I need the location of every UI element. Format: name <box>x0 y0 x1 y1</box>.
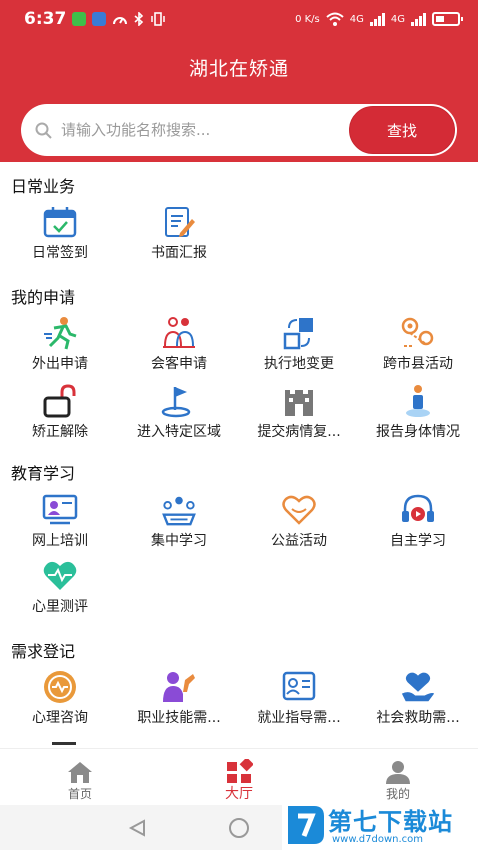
item-label: 矫正解除 <box>32 424 88 440</box>
item-label: 书面汇报 <box>151 245 207 261</box>
meeting-guests-icon <box>161 315 197 351</box>
home-circle-icon[interactable] <box>229 818 249 838</box>
network-type-1: 4G <box>349 13 364 25</box>
cross-region-icon <box>400 315 436 351</box>
tab-hall[interactable]: 大厅 <box>159 749 319 806</box>
public-welfare-item[interactable]: 公益活动 <box>239 492 359 552</box>
psych-consult-icon <box>42 669 78 705</box>
search-icon <box>35 122 52 139</box>
calendar-check-icon <box>42 204 78 240</box>
item-label: 就业指导需... <box>257 710 341 726</box>
flag-zone-icon <box>161 383 197 419</box>
hall-icon <box>225 759 253 785</box>
item-label: 提交病情复... <box>257 424 341 440</box>
unlock-icon <box>42 383 78 419</box>
item-label: 网上培训 <box>32 533 88 549</box>
psych-assessment-item[interactable]: 心里测评 <box>0 558 120 618</box>
status-bar: 6:37 0 K/s 4G 4G <box>0 0 478 38</box>
item-label: 外出申请 <box>32 356 88 372</box>
item-label: 自主学习 <box>390 533 446 549</box>
item-label: 日常签到 <box>32 245 88 261</box>
vibrate-icon <box>151 12 166 26</box>
watermark-name: 第七下载站 <box>328 808 453 836</box>
section-title-apply: 我的申请 <box>11 288 76 307</box>
heart-hands-icon <box>281 492 317 528</box>
network-type-2: 4G <box>390 13 405 25</box>
item-label: 公益活动 <box>271 533 327 549</box>
search-button[interactable]: 查找 <box>349 106 455 154</box>
item-label: 报告身体情况 <box>376 424 460 440</box>
employment-guide-icon <box>281 669 317 705</box>
section-title-education: 教育学习 <box>11 464 76 483</box>
item-label: 职业技能需... <box>137 710 221 726</box>
online-training-icon <box>42 492 78 528</box>
home-icon <box>66 759 94 785</box>
written-report-icon <box>161 204 197 240</box>
daily-signin-item[interactable]: 日常签到 <box>0 204 120 264</box>
restricted-area-item[interactable]: 进入特定区域 <box>119 383 239 443</box>
site-watermark: 第七下载站 www.d7down.com <box>282 800 478 850</box>
heart-pulse-icon <box>42 558 78 594</box>
correction-release-item[interactable]: 矫正解除 <box>0 383 120 443</box>
vocational-skill-icon <box>161 669 197 705</box>
illness-review-item[interactable]: 提交病情复... <box>239 383 359 443</box>
item-label: 执行地变更 <box>264 356 334 372</box>
signal-icon <box>369 12 385 26</box>
self-study-item[interactable]: 自主学习 <box>358 492 478 552</box>
outing-apply-item[interactable]: 外出申请 <box>0 315 120 375</box>
next-section-peek <box>52 742 76 745</box>
item-label: 社会救助需... <box>376 710 460 726</box>
item-label: 会客申请 <box>151 356 207 372</box>
watermark-logo-icon <box>288 806 324 844</box>
bluetooth-icon <box>134 12 144 26</box>
person-status-icon <box>400 383 436 419</box>
person-icon <box>384 759 412 785</box>
social-aid-item[interactable]: 社会救助需... <box>358 669 478 729</box>
status-time: 6:37 <box>24 9 67 29</box>
watermark-url: www.d7down.com <box>332 834 424 845</box>
health-report-item[interactable]: 报告身体情况 <box>358 383 478 443</box>
employment-guide-item[interactable]: 就业指导需... <box>239 669 359 729</box>
app-notification-icon <box>92 12 107 26</box>
function-grid: 日常业务 日常签到 书面汇报 我的申请 外出申请 会客申请 执行地变更 跨市县活… <box>0 162 478 748</box>
section-title-daily: 日常业务 <box>11 177 76 196</box>
search-bar: 查找 <box>21 104 457 156</box>
location-change-item[interactable]: 执行地变更 <box>239 315 359 375</box>
item-label: 跨市县活动 <box>383 356 453 372</box>
battery-icon <box>432 12 463 26</box>
wechat-icon <box>72 12 87 26</box>
bottom-tab-bar: 首页 大厅 我的 <box>0 748 478 805</box>
cross-region-item[interactable]: 跨市县活动 <box>358 315 478 375</box>
back-icon[interactable] <box>128 819 148 837</box>
section-title-needs: 需求登记 <box>11 642 76 661</box>
network-speed: 0 K/s <box>295 13 320 25</box>
social-aid-icon <box>400 669 436 705</box>
app-header: 6:37 0 K/s 4G 4G 湖北在矫通 查找 <box>0 0 478 162</box>
signal-icon <box>411 12 426 26</box>
item-label: 心里测评 <box>32 599 88 615</box>
speedometer-icon <box>113 17 128 25</box>
written-report-item[interactable]: 书面汇报 <box>119 204 239 264</box>
psych-consult-item[interactable]: 心理咨询 <box>0 669 120 729</box>
visitor-apply-item[interactable]: 会客申请 <box>119 315 239 375</box>
group-study-item[interactable]: 集中学习 <box>119 492 239 552</box>
running-person-icon <box>42 315 78 351</box>
app-title: 湖北在矫通 <box>188 58 289 80</box>
group-study-icon <box>161 492 197 528</box>
item-label: 进入特定区域 <box>137 424 221 440</box>
headphones-icon <box>400 492 436 528</box>
tab-mine[interactable]: 我的 <box>318 749 478 806</box>
search-input[interactable] <box>61 104 361 156</box>
online-training-item[interactable]: 网上培训 <box>0 492 120 552</box>
wifi-icon <box>326 12 344 26</box>
castle-icon <box>281 383 317 419</box>
tab-label: 首页 <box>67 787 92 801</box>
location-change-icon <box>281 315 317 351</box>
tab-home[interactable]: 首页 <box>0 749 160 806</box>
vocational-skill-item[interactable]: 职业技能需... <box>119 669 239 729</box>
item-label: 心理咨询 <box>32 710 88 726</box>
item-label: 集中学习 <box>151 533 207 549</box>
